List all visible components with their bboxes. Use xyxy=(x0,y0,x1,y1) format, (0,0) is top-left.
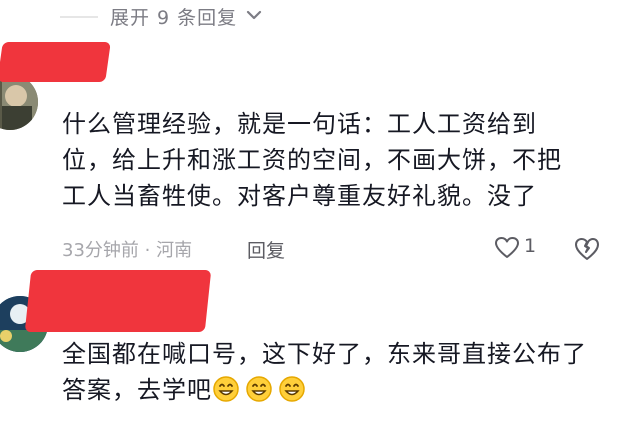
comment-text: 什么管理经验，就是一句话：工人工资给到位，给上升和涨工资的空间，不画大饼，不把工… xyxy=(62,110,562,210)
heart-icon xyxy=(495,237,519,258)
divider-line xyxy=(60,16,98,18)
grin-emoji xyxy=(279,376,305,402)
grin-emoji xyxy=(213,376,239,402)
like-count: 1 xyxy=(524,235,537,257)
expand-replies-button[interactable]: 展开 9 条回复 xyxy=(110,3,237,30)
avatar[interactable] xyxy=(0,74,38,130)
redacted-username xyxy=(24,270,212,332)
comment-text: 全国都在喊口号，这下好了，东来哥直接公布了答案，去学吧 xyxy=(62,336,602,408)
expand-replies-row[interactable]: 展开 9 条回复 xyxy=(0,0,625,36)
comment-time-location: 33分钟前 · 河南 xyxy=(62,240,193,261)
comment-text-body: 全国都在喊口号，这下好了，东来哥直接公布了答案，去学吧 xyxy=(62,340,587,404)
chevron-down-icon[interactable] xyxy=(245,6,263,24)
like-button[interactable]: 1 xyxy=(494,235,536,265)
grin-emoji xyxy=(246,376,272,402)
reply-button[interactable]: 回复 xyxy=(247,236,285,263)
broken-heart-icon[interactable] xyxy=(573,235,601,263)
redacted-username xyxy=(0,42,111,82)
